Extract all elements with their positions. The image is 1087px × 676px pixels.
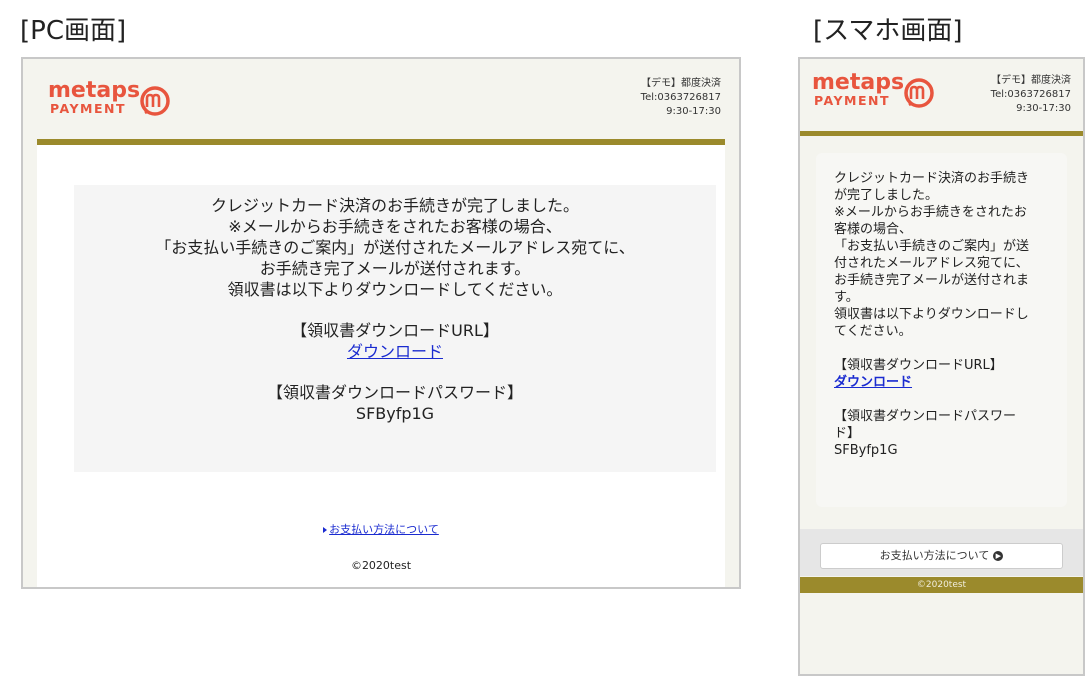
logo-text-top: metaps [48, 78, 140, 103]
contact-tel: Tel:0363726817 [990, 89, 1071, 100]
metaps-logo: metaps PAYMENT [812, 69, 942, 117]
pc-contact-info: 【デモ】都度決済 Tel:0363726817 9:30-17:30 [641, 77, 721, 119]
download-link[interactable]: ダウンロード [347, 342, 443, 361]
message-line: 客様の場合、 [834, 222, 913, 237]
message-line: クレジットカード決済のお手続きが完了しました。 [210, 196, 579, 215]
message-line: ※メールからお手続きをされたお客様の場合、 [228, 217, 562, 236]
sp-caption: [スマホ画面] [813, 16, 963, 46]
sp-header-band [800, 131, 1083, 136]
contact-hours: 9:30-17:30 [1016, 103, 1071, 114]
sp-message-card: クレジットカード決済のお手続き が完了しました。 ※メールからお手続きをされたお… [816, 153, 1067, 507]
arrow-right-circle-icon: ▶ [993, 551, 1004, 561]
contact-tel: Tel:0363726817 [640, 92, 721, 103]
pc-screen: metaps PAYMENT 【デモ】都度決済 Tel:0363726817 9… [21, 57, 741, 589]
message-line: クレジットカード決済のお手続き [834, 171, 1030, 186]
message-line: お手続き完了メールが送付されま [834, 273, 1030, 288]
triangle-right-icon [323, 527, 328, 533]
message-line: ※メールからお手続きをされたお [834, 205, 1027, 220]
message-line: が完了しました。 [834, 188, 939, 203]
logo-m [908, 85, 925, 107]
message-line: 領収書は以下よりダウンロードしてください。 [227, 280, 563, 299]
metaps-logo-svg: metaps PAYMENT [812, 70, 934, 108]
download-link[interactable]: ダウンロード [834, 375, 912, 390]
pc-caption: [PC画面] [20, 16, 127, 46]
payment-method-link[interactable]: お支払い方法について [329, 523, 439, 536]
pc-footer-link-row: お支払い方法について [37, 521, 725, 537]
sp-copyright: ©2020test [916, 580, 967, 590]
message-line: 「お支払い手続きのご案内」が送 [834, 239, 1030, 254]
pc-content: クレジットカード決済のお手続きが完了しました。 ※メールからお手続きをされたお客… [37, 145, 725, 587]
receipt-password-heading-cont: ド】 [834, 426, 861, 441]
sp-contact-info: 【デモ】都度決済 Tel:0363726817 9:30-17:30 [991, 74, 1071, 116]
metaps-logo: metaps PAYMENT [48, 77, 178, 125]
message-line: てください。 [834, 324, 912, 339]
message-line: 付されたメールアドレス宛てに、 [834, 256, 1029, 271]
logo-text-bottom: PAYMENT [814, 93, 890, 108]
sp-copyright-band: ©2020test [800, 577, 1083, 593]
metaps-logo-svg: metaps PAYMENT [48, 78, 170, 116]
receipt-url-heading: 【領収書ダウンロードURL】 [291, 321, 499, 340]
sp-screen: metaps PAYMENT 【デモ】都度決済 Tel:0363726817 9… [798, 57, 1085, 676]
receipt-password-heading: 【領収書ダウンロードパスワー [834, 409, 1017, 424]
message-line: 領収書は以下よりダウンロードし [834, 307, 1029, 322]
logo-text-top: metaps [812, 70, 904, 95]
logo-m [144, 93, 161, 115]
contact-hours: 9:30-17:30 [666, 106, 721, 117]
receipt-password: SFByfp1G [355, 404, 435, 423]
message-line: 「お支払い手続きのご案内」が送付されたメールアドレス宛てに、 [155, 238, 635, 257]
payment-method-button-label: お支払い方法について [879, 549, 990, 562]
logo-text-bottom: PAYMENT [50, 101, 126, 116]
message-line: す。 [834, 290, 859, 305]
contact-title: 【デモ】都度決済 [991, 75, 1071, 86]
receipt-password: SFByfp1G [834, 443, 898, 458]
message-line: お手続き完了メールが送付されます。 [259, 259, 531, 278]
pc-header: metaps PAYMENT 【デモ】都度決済 Tel:0363726817 9… [23, 59, 739, 139]
pc-copyright: ©2020test [350, 559, 412, 572]
contact-title: 【デモ】都度決済 [641, 78, 721, 89]
pc-message-box: クレジットカード決済のお手続きが完了しました。 ※メールからお手続きをされたお客… [74, 185, 716, 472]
sp-header: metaps PAYMENT 【デモ】都度決済 Tel:0363726817 9… [800, 59, 1083, 131]
payment-method-button[interactable]: お支払い方法について ▶ [820, 543, 1063, 569]
receipt-url-heading: 【領収書ダウンロードURL】 [834, 358, 1003, 373]
receipt-password-heading: 【領収書ダウンロードパスワード】 [266, 383, 523, 402]
